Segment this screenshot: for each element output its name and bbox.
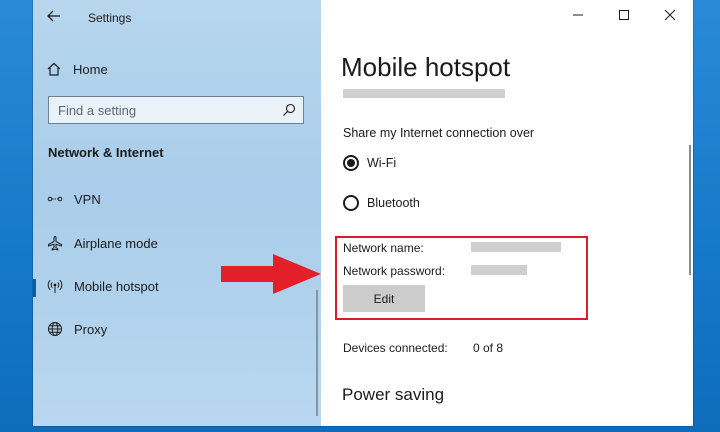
devices-connected-label: Devices connected: — [343, 341, 448, 355]
edit-button[interactable]: Edit — [343, 285, 425, 312]
sidebar-item-label: Mobile hotspot — [74, 278, 159, 294]
maximize-icon — [618, 8, 630, 26]
search-input[interactable] — [49, 97, 274, 123]
radio-label: Wi-Fi — [367, 156, 397, 170]
sidebar-item-label: VPN — [74, 191, 101, 207]
home-label: Home — [73, 61, 108, 77]
airplane-icon — [46, 234, 64, 252]
settings-window: Settings Home Network & Internet VPN — [33, 0, 693, 426]
sidebar: Settings Home Network & Internet VPN — [33, 0, 321, 426]
page-title: Mobile hotspot — [341, 52, 511, 82]
red-arrow-icon — [221, 254, 321, 294]
network-name-value — [471, 242, 561, 252]
back-arrow-icon — [47, 9, 61, 27]
redacted-subtitle — [343, 89, 505, 98]
sidebar-item-label: Proxy — [74, 321, 108, 337]
sidebar-item-vpn[interactable]: VPN — [33, 184, 321, 214]
back-button[interactable] — [43, 8, 65, 28]
sidebar-item-label: Airplane mode — [74, 235, 158, 251]
app-title: Settings — [88, 11, 132, 25]
nav-home[interactable]: Home — [45, 58, 108, 80]
close-button[interactable] — [647, 0, 693, 34]
minimize-icon — [572, 8, 584, 26]
close-icon — [664, 8, 676, 26]
network-password-label: Network password: — [343, 264, 446, 278]
title-bar: Settings — [33, 0, 321, 36]
search-box — [48, 96, 304, 124]
minimize-button[interactable] — [555, 0, 601, 34]
radio-button-checked[interactable] — [343, 155, 359, 171]
sidebar-item-proxy[interactable]: Proxy — [33, 314, 321, 344]
content-pane: Mobile hotspot Share my Internet connect… — [321, 0, 693, 426]
maximize-button[interactable] — [601, 0, 647, 34]
vpn-icon — [46, 190, 64, 208]
share-label: Share my Internet connection over — [343, 126, 535, 140]
search-icon[interactable] — [281, 102, 297, 118]
radio-wifi[interactable]: Wi-Fi — [343, 153, 396, 173]
power-saving-heading: Power saving — [342, 385, 445, 404]
window-controls — [555, 0, 693, 34]
radio-button-unchecked[interactable] — [343, 195, 359, 211]
home-icon — [45, 60, 63, 78]
network-name-label: Network name: — [343, 241, 424, 255]
section-header: Network & Internet — [48, 145, 164, 160]
content-scrollbar[interactable] — [689, 145, 691, 275]
radio-label: Bluetooth — [367, 196, 420, 210]
radio-bluetooth[interactable]: Bluetooth — [343, 193, 420, 213]
globe-icon — [46, 320, 64, 338]
hotspot-icon — [46, 277, 64, 295]
devices-connected-value: 0 of 8 — [473, 341, 504, 355]
sidebar-scrollbar[interactable] — [316, 290, 318, 416]
network-password-value — [471, 265, 527, 275]
